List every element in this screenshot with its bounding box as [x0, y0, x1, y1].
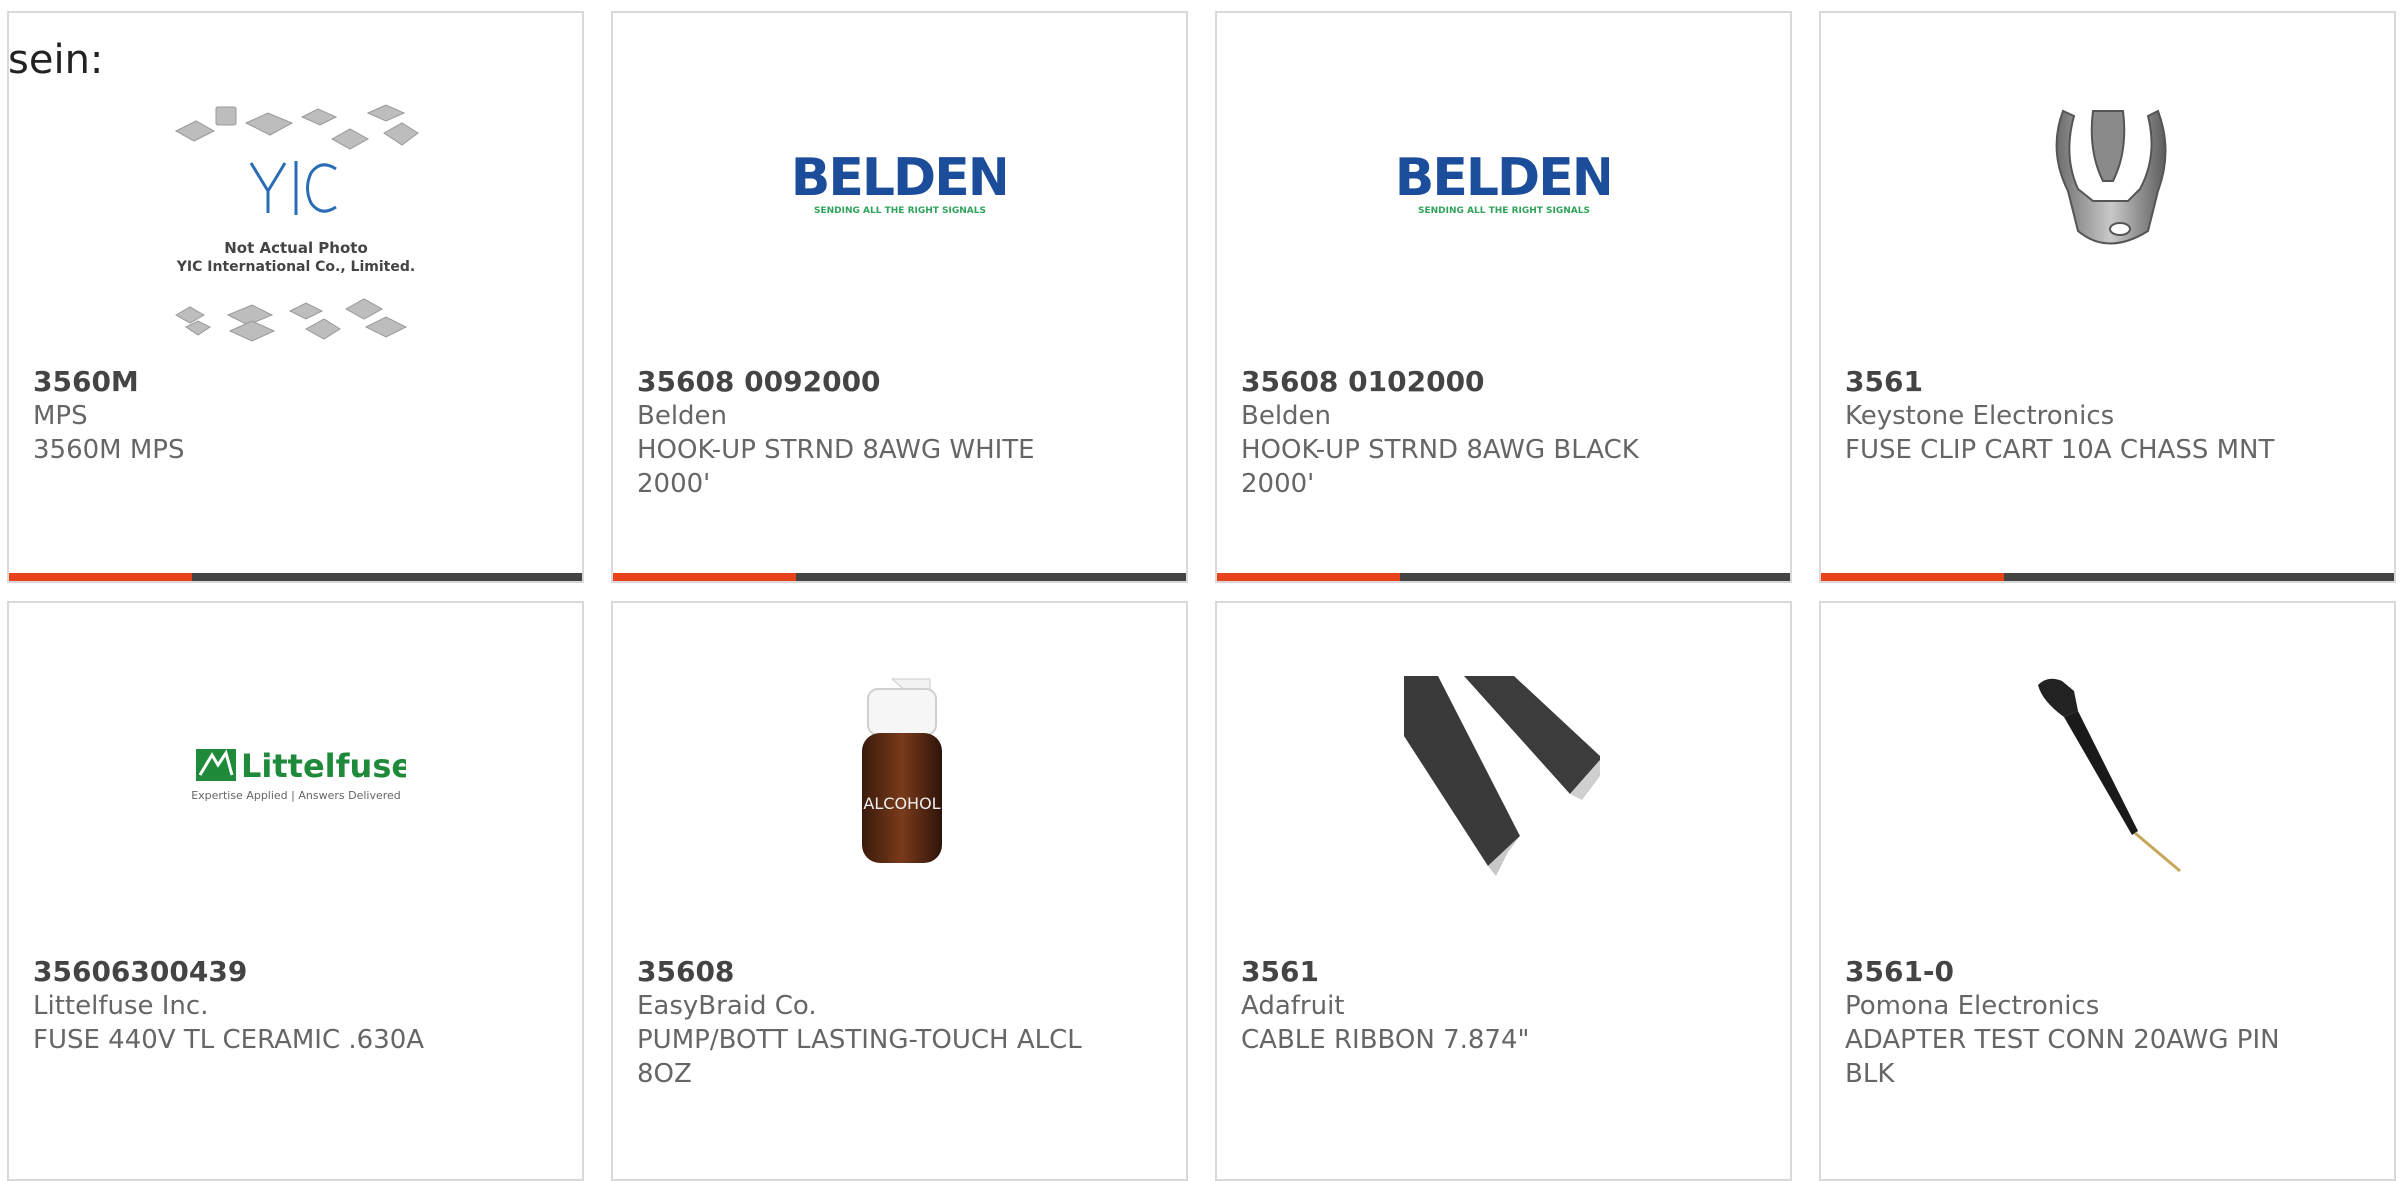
part-number[interactable]: 35606300439 [33, 955, 558, 989]
manufacturer: Belden [637, 401, 728, 431]
manufacturer: Littelfuse Inc. [33, 991, 209, 1021]
product-card[interactable]: 3561 Keystone Electronics FUSE CLIP CART… [1819, 11, 2396, 583]
product-image[interactable]: Littelfuse Expertise Applied | Answers D… [9, 671, 582, 881]
product-image[interactable] [1821, 81, 2394, 291]
product-card[interactable]: ALCOHOL 35608 EasyBraid Co. PUMP/BOTT LA… [611, 601, 1188, 1181]
product-card[interactable]: 3561 Adafruit CABLE RIBBON 7.874" [1215, 601, 1792, 1181]
fuse-clip-photo [2055, 109, 2166, 245]
manufacturer: Pomona Electronics [1845, 991, 2100, 1021]
description: HOOK-UP STRND 8AWG BLACK 2000' [1241, 435, 1639, 499]
product-card[interactable]: 3561-0 Pomona Electronics ADAPTER TEST C… [1819, 601, 2396, 1181]
manufacturer: EasyBraid Co. [637, 991, 817, 1021]
description: PUMP/BOTT LASTING-TOUCH ALCL 8OZ [637, 1025, 1082, 1089]
svg-text:SENDING ALL THE RIGHT SIGNALS: SENDING ALL THE RIGHT SIGNALS [1418, 206, 1590, 216]
ribbon-cable-photo [1403, 676, 1600, 876]
test-probe-photo [2037, 678, 2181, 873]
part-number[interactable]: 3561-0 [1845, 955, 2370, 989]
part-number[interactable]: 35608 [637, 955, 1162, 989]
product-image[interactable] [1217, 671, 1790, 881]
alcohol-bottle-photo: ALCOHOL [861, 678, 942, 863]
description: FUSE CLIP CART 10A CHASS MNT [1845, 435, 2275, 465]
card-bar [1217, 573, 1790, 581]
product-image[interactable]: BELDEN SENDING ALL THE RIGHT SIGNALS [613, 81, 1186, 291]
svg-text:BELDEN: BELDEN [795, 151, 1005, 208]
product-image[interactable] [1821, 671, 2394, 881]
intro-text: sein: [8, 37, 104, 83]
part-number[interactable]: 3561 [1241, 955, 1766, 989]
yic-placeholder-image: Not Actual Photo YIC International Co., … [174, 104, 419, 342]
part-number[interactable]: 35608 0102000 [1241, 365, 1766, 399]
part-number[interactable]: 3560M [33, 365, 558, 399]
description: 3560M MPS [33, 435, 185, 465]
product-card[interactable]: BELDEN SENDING ALL THE RIGHT SIGNALS 356… [611, 11, 1188, 583]
card-bar [1821, 573, 2394, 581]
product-card[interactable]: BELDEN SENDING ALL THE RIGHT SIGNALS 356… [1215, 11, 1792, 583]
svg-text:SENDING ALL THE RIGHT SIGNALS: SENDING ALL THE RIGHT SIGNALS [814, 206, 986, 216]
product-card[interactable]: Littelfuse Expertise Applied | Answers D… [7, 601, 584, 1181]
manufacturer: Adafruit [1241, 991, 1345, 1021]
description: ADAPTER TEST CONN 20AWG PIN BLK [1845, 1025, 2280, 1089]
card-bar [613, 573, 1186, 581]
card-bar [9, 573, 582, 581]
product-image[interactable]: Not Actual Photo YIC International Co., … [9, 103, 582, 353]
manufacturer: Belden [1241, 401, 1332, 431]
belden-logo: BELDEN SENDING ALL THE RIGHT SIGNALS [1399, 151, 1609, 216]
product-card[interactable]: Not Actual Photo YIC International Co., … [7, 11, 584, 583]
littelfuse-logo: Littelfuse Expertise Applied | Answers D… [191, 747, 406, 802]
svg-text:ALCOHOL: ALCOHOL [863, 794, 940, 813]
svg-text:BELDEN: BELDEN [1399, 151, 1609, 208]
product-image[interactable]: BELDEN SENDING ALL THE RIGHT SIGNALS [1217, 81, 1790, 291]
svg-text:Expertise Applied | Answers De: Expertise Applied | Answers Delivered [191, 789, 401, 802]
part-number[interactable]: 35608 0092000 [637, 365, 1162, 399]
svg-text:YIC International Co., Limited: YIC International Co., Limited. [175, 259, 414, 275]
svg-text:Littelfuse: Littelfuse [241, 747, 406, 785]
description: FUSE 440V TL CERAMIC .630A [33, 1025, 425, 1055]
manufacturer: Keystone Electronics [1845, 401, 2115, 431]
description: HOOK-UP STRND 8AWG WHITE 2000' [637, 435, 1035, 499]
manufacturer: MPS [33, 401, 88, 431]
belden-logo: BELDEN SENDING ALL THE RIGHT SIGNALS [795, 151, 1005, 216]
description: CABLE RIBBON 7.874" [1241, 1025, 1530, 1055]
product-image[interactable]: ALCOHOL [613, 671, 1186, 881]
svg-text:Not Actual Photo: Not Actual Photo [224, 239, 368, 257]
part-number[interactable]: 3561 [1845, 365, 2370, 399]
